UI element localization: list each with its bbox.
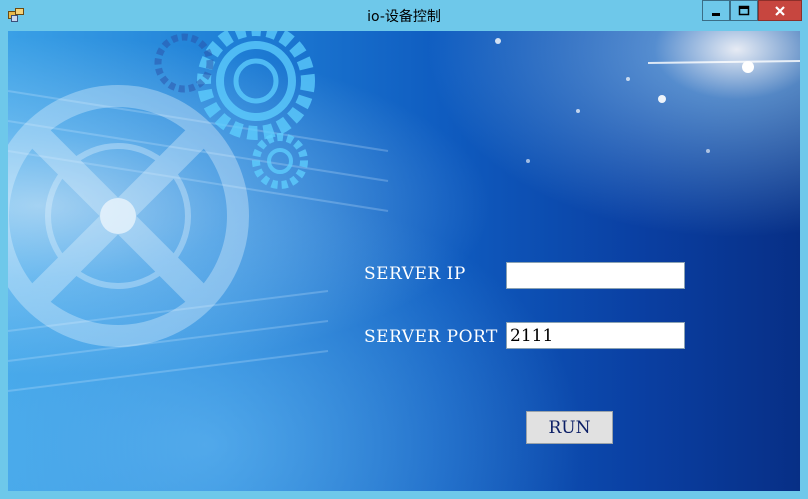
background-gears-illustration xyxy=(8,31,800,392)
main-panel: SERVER IP SERVER PORT RUN xyxy=(8,31,800,491)
server-port-input[interactable] xyxy=(506,322,685,349)
close-button[interactable] xyxy=(758,0,802,21)
minimize-button[interactable] xyxy=(702,0,730,21)
close-icon xyxy=(775,5,785,16)
app-window: io-设备控制 SERVER IP SERVER PORT 2111 RUN xyxy=(0,0,808,499)
maximize-button[interactable] xyxy=(730,0,758,21)
minimize-icon xyxy=(712,12,720,16)
window-title: io-设备控制 xyxy=(367,9,441,25)
server-port-label: SERVER PORT xyxy=(364,327,498,347)
title-bar[interactable]: io-设备控制 xyxy=(0,0,808,31)
maximize-icon xyxy=(738,5,750,15)
server-ip-label: SERVER IP xyxy=(364,264,466,284)
server-ip-input[interactable] xyxy=(506,262,685,289)
run-button[interactable]: RUN xyxy=(526,411,613,444)
